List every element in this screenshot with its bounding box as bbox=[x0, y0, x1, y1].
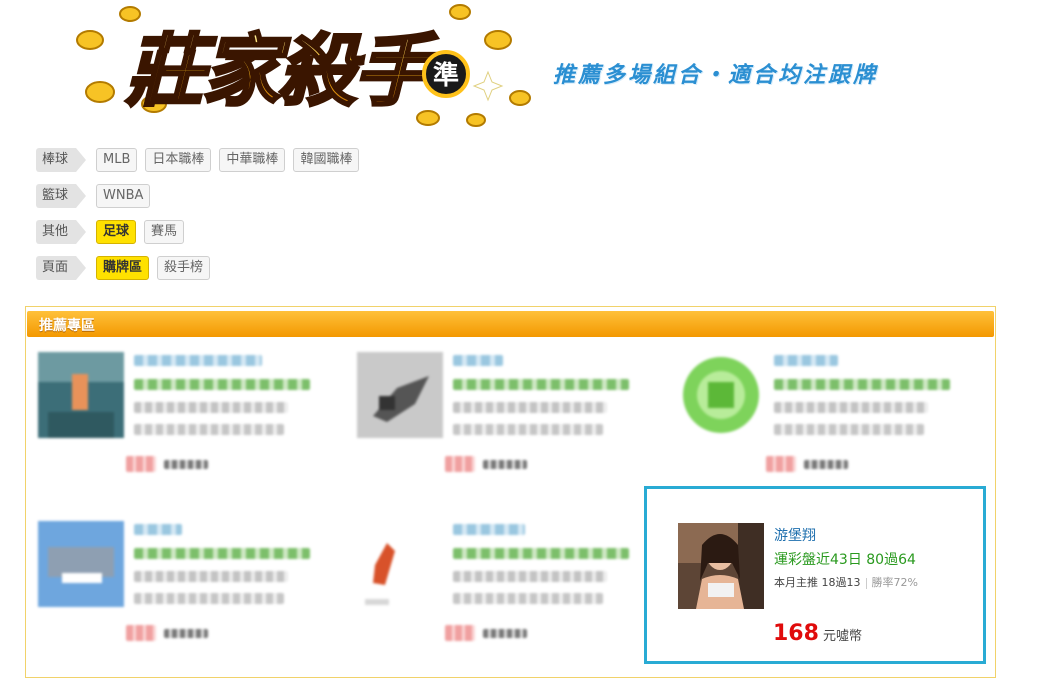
expert-stats bbox=[134, 593, 284, 604]
expert-card[interactable] bbox=[357, 521, 647, 651]
filter-npb[interactable]: 日本職棒 bbox=[145, 148, 212, 172]
expert-stats bbox=[453, 593, 603, 604]
expert-card[interactable] bbox=[38, 521, 328, 651]
filter-category-other: 其他 bbox=[36, 220, 87, 244]
expert-price-unit bbox=[483, 629, 527, 638]
filter-row-basketball: 籃球 WNBA bbox=[36, 183, 158, 209]
expert-record bbox=[134, 548, 310, 559]
filter-cpbl[interactable]: 中華職棒 bbox=[219, 148, 286, 172]
win-rate: 勝率72% bbox=[871, 576, 918, 589]
expert-avatar bbox=[38, 521, 124, 607]
recommend-title: 推薦專區 bbox=[39, 318, 95, 334]
expert-stats bbox=[453, 571, 607, 582]
price-unit: 元噓幣 bbox=[822, 629, 862, 644]
logo-badge: 準 bbox=[433, 60, 459, 91]
expert-stats bbox=[134, 402, 288, 413]
expert-stats bbox=[453, 424, 603, 435]
expert-price bbox=[126, 625, 156, 641]
filter-kbo[interactable]: 韓國職棒 bbox=[293, 148, 360, 172]
page-killer-ranking[interactable]: 殺手榜 bbox=[157, 256, 211, 280]
expert-price bbox=[445, 456, 475, 472]
expert-name bbox=[453, 524, 525, 535]
expert-card[interactable] bbox=[357, 352, 647, 482]
filter-mlb[interactable]: MLB bbox=[96, 148, 138, 172]
filter-row-baseball: 棒球 MLB 日本職棒 中華職棒 韓國職棒 bbox=[36, 147, 367, 173]
expert-price-unit bbox=[164, 460, 208, 469]
filter-wnba[interactable]: WNBA bbox=[96, 184, 151, 208]
featured-expert-avatar[interactable] bbox=[678, 523, 764, 609]
expert-price bbox=[126, 456, 156, 472]
expert-avatar bbox=[357, 352, 443, 438]
expert-record bbox=[774, 379, 950, 390]
expert-stats bbox=[134, 424, 284, 435]
expert-card[interactable] bbox=[678, 352, 968, 482]
filter-category-pages: 頁面 bbox=[36, 256, 87, 280]
sparkle-icon bbox=[472, 70, 504, 102]
stats-divider bbox=[865, 577, 867, 589]
expert-name bbox=[134, 355, 262, 366]
site-logo[interactable]: 莊家殺手 準 bbox=[68, 0, 548, 132]
expert-avatar bbox=[357, 521, 443, 607]
monthly-main-pick: 本月主推 18過13 bbox=[774, 576, 861, 589]
expert-avatar bbox=[38, 352, 124, 438]
featured-expert-record: 運彩盤近43日 80過64 bbox=[774, 552, 916, 568]
filter-category-basketball: 籃球 bbox=[36, 184, 87, 208]
expert-stats bbox=[453, 402, 607, 413]
expert-price bbox=[445, 625, 475, 641]
site-slogan: 推薦多場組合・適合均注跟牌 bbox=[553, 63, 879, 88]
expert-avatar bbox=[678, 352, 764, 438]
expert-name bbox=[453, 355, 503, 366]
expert-record bbox=[134, 379, 310, 390]
expert-record bbox=[453, 379, 629, 390]
expert-stats bbox=[774, 402, 928, 413]
expert-price-unit bbox=[483, 460, 527, 469]
featured-expert-stats: 本月主推 18過13 勝率72% bbox=[774, 574, 918, 590]
featured-expert-card[interactable]: 游堡翔 運彩盤近43日 80過64 本月主推 18過13 勝率72% 168 元噓幣 bbox=[644, 486, 986, 664]
expert-stats bbox=[134, 571, 288, 582]
page-purchase-zone[interactable]: 購牌區 bbox=[96, 256, 150, 280]
expert-price-unit bbox=[804, 460, 848, 469]
expert-card[interactable] bbox=[38, 352, 328, 482]
expert-price bbox=[766, 456, 796, 472]
expert-record bbox=[453, 548, 629, 559]
price-value: 168 bbox=[773, 621, 819, 646]
expert-name bbox=[134, 524, 182, 535]
logo-title: 莊家殺手 bbox=[125, 27, 438, 117]
filter-category-baseball: 棒球 bbox=[36, 148, 87, 172]
filter-row-pages: 頁面 購牌區 殺手榜 bbox=[36, 255, 218, 281]
expert-price-unit bbox=[164, 629, 208, 638]
expert-stats bbox=[774, 424, 924, 435]
filter-horse-racing[interactable]: 賽馬 bbox=[144, 220, 185, 244]
filter-soccer[interactable]: 足球 bbox=[96, 220, 137, 244]
featured-expert-name[interactable]: 游堡翔 bbox=[774, 525, 816, 545]
featured-expert-price[interactable]: 168 元噓幣 bbox=[773, 621, 862, 646]
filter-row-other: 其他 足球 賽馬 bbox=[36, 219, 192, 245]
expert-name bbox=[774, 355, 838, 366]
recommend-header-bar: 推薦專區 bbox=[27, 311, 994, 337]
